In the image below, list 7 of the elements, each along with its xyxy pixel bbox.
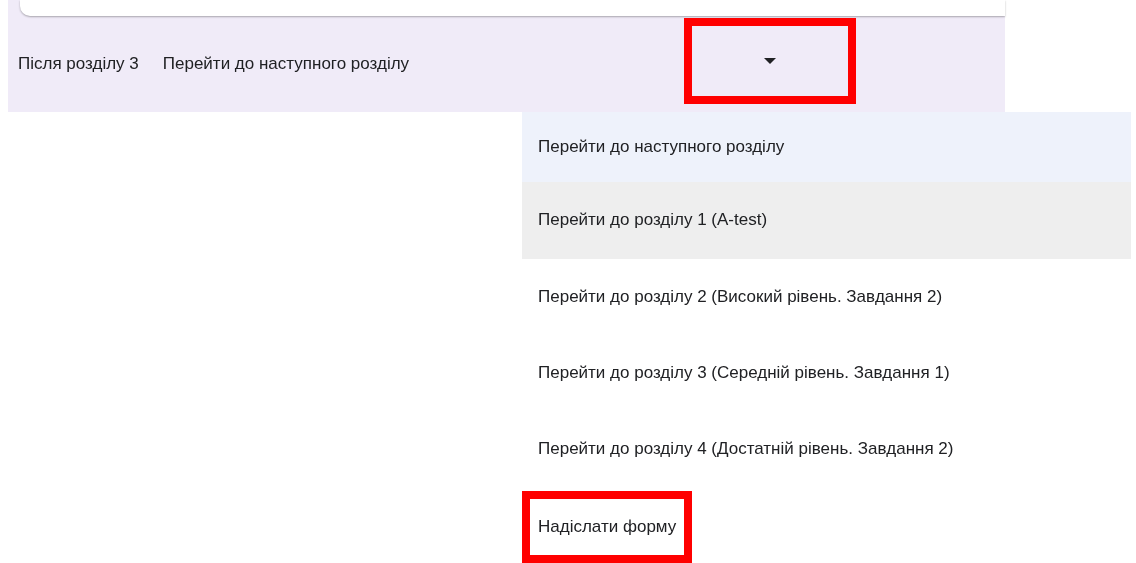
menu-item[interactable]: Перейти до наступного розділу <box>522 112 1131 183</box>
menu-item[interactable]: Надіслати форму <box>522 490 693 563</box>
after-section-label: Після розділу 3 <box>18 54 139 74</box>
menu-item[interactable]: Перейти до розділу 1 (A-test) <box>522 182 1131 259</box>
selected-destination-text: Перейти до наступного розділу <box>162 54 411 74</box>
dropdown-button[interactable] <box>683 18 856 104</box>
caret-icon <box>763 58 776 64</box>
